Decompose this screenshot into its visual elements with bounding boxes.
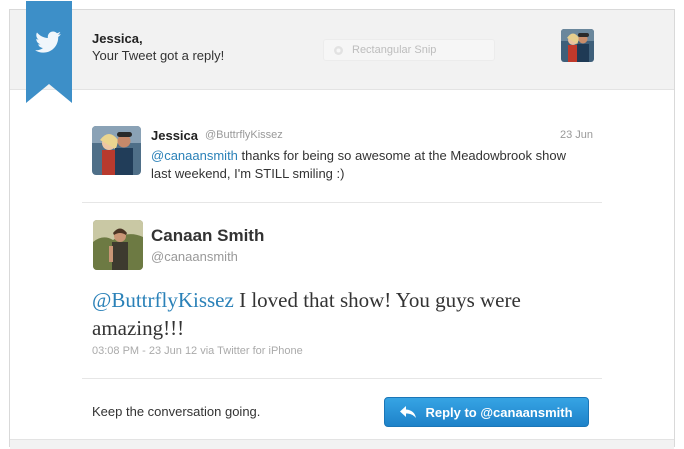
tweet-divider (82, 202, 602, 203)
header-avatar[interactable] (561, 29, 594, 62)
snip-label: Rectangular Snip (352, 44, 437, 56)
notification-card: Jessica, Your Tweet got a reply! Rectang… (9, 1, 675, 449)
reply-mention[interactable]: @ButtrflyKissez (92, 288, 234, 312)
header-avatar-image (561, 29, 594, 62)
reply-button[interactable]: Reply to @canaansmith (384, 397, 589, 427)
reply-text: @ButtrflyKissez I loved that show! You g… (92, 286, 602, 342)
original-tweet-text: @canaansmith thanks for being so awesome… (151, 147, 581, 183)
record-dot-icon (334, 45, 343, 55)
original-tweet-avatar-image (92, 126, 141, 175)
reply-avatar[interactable] (93, 220, 143, 270)
original-tweet-author-name[interactable]: Jessica (151, 128, 198, 143)
reply-meta[interactable]: 03:08 PM - 23 Jun 12 via Twitter for iPh… (92, 345, 303, 357)
notification-message: Your Tweet got a reply! (92, 48, 225, 63)
original-tweet-date[interactable]: 23 Jun (560, 129, 593, 141)
card-bottom-strip (10, 439, 674, 449)
notification-greeting: Jessica, (92, 31, 143, 46)
twitter-bird-icon (26, 1, 72, 103)
footer-prompt: Keep the conversation going. (92, 404, 261, 419)
original-tweet-avatar[interactable] (92, 126, 141, 175)
reply-button-label: Reply to @canaansmith (425, 404, 573, 420)
original-tweet-author-handle[interactable]: @ButtrflyKissez (205, 129, 283, 141)
reply-author-name[interactable]: Canaan Smith (151, 226, 264, 246)
notification-header: Jessica, Your Tweet got a reply! Rectang… (10, 1, 674, 103)
reply-author-handle[interactable]: @canaansmith (151, 249, 238, 264)
reply-arrow-icon (400, 406, 417, 418)
rectangular-snip-pill[interactable]: Rectangular Snip (323, 39, 495, 61)
reply-avatar-image (93, 220, 143, 270)
footer-divider (82, 378, 602, 379)
original-tweet-mention[interactable]: @canaansmith (151, 148, 238, 163)
